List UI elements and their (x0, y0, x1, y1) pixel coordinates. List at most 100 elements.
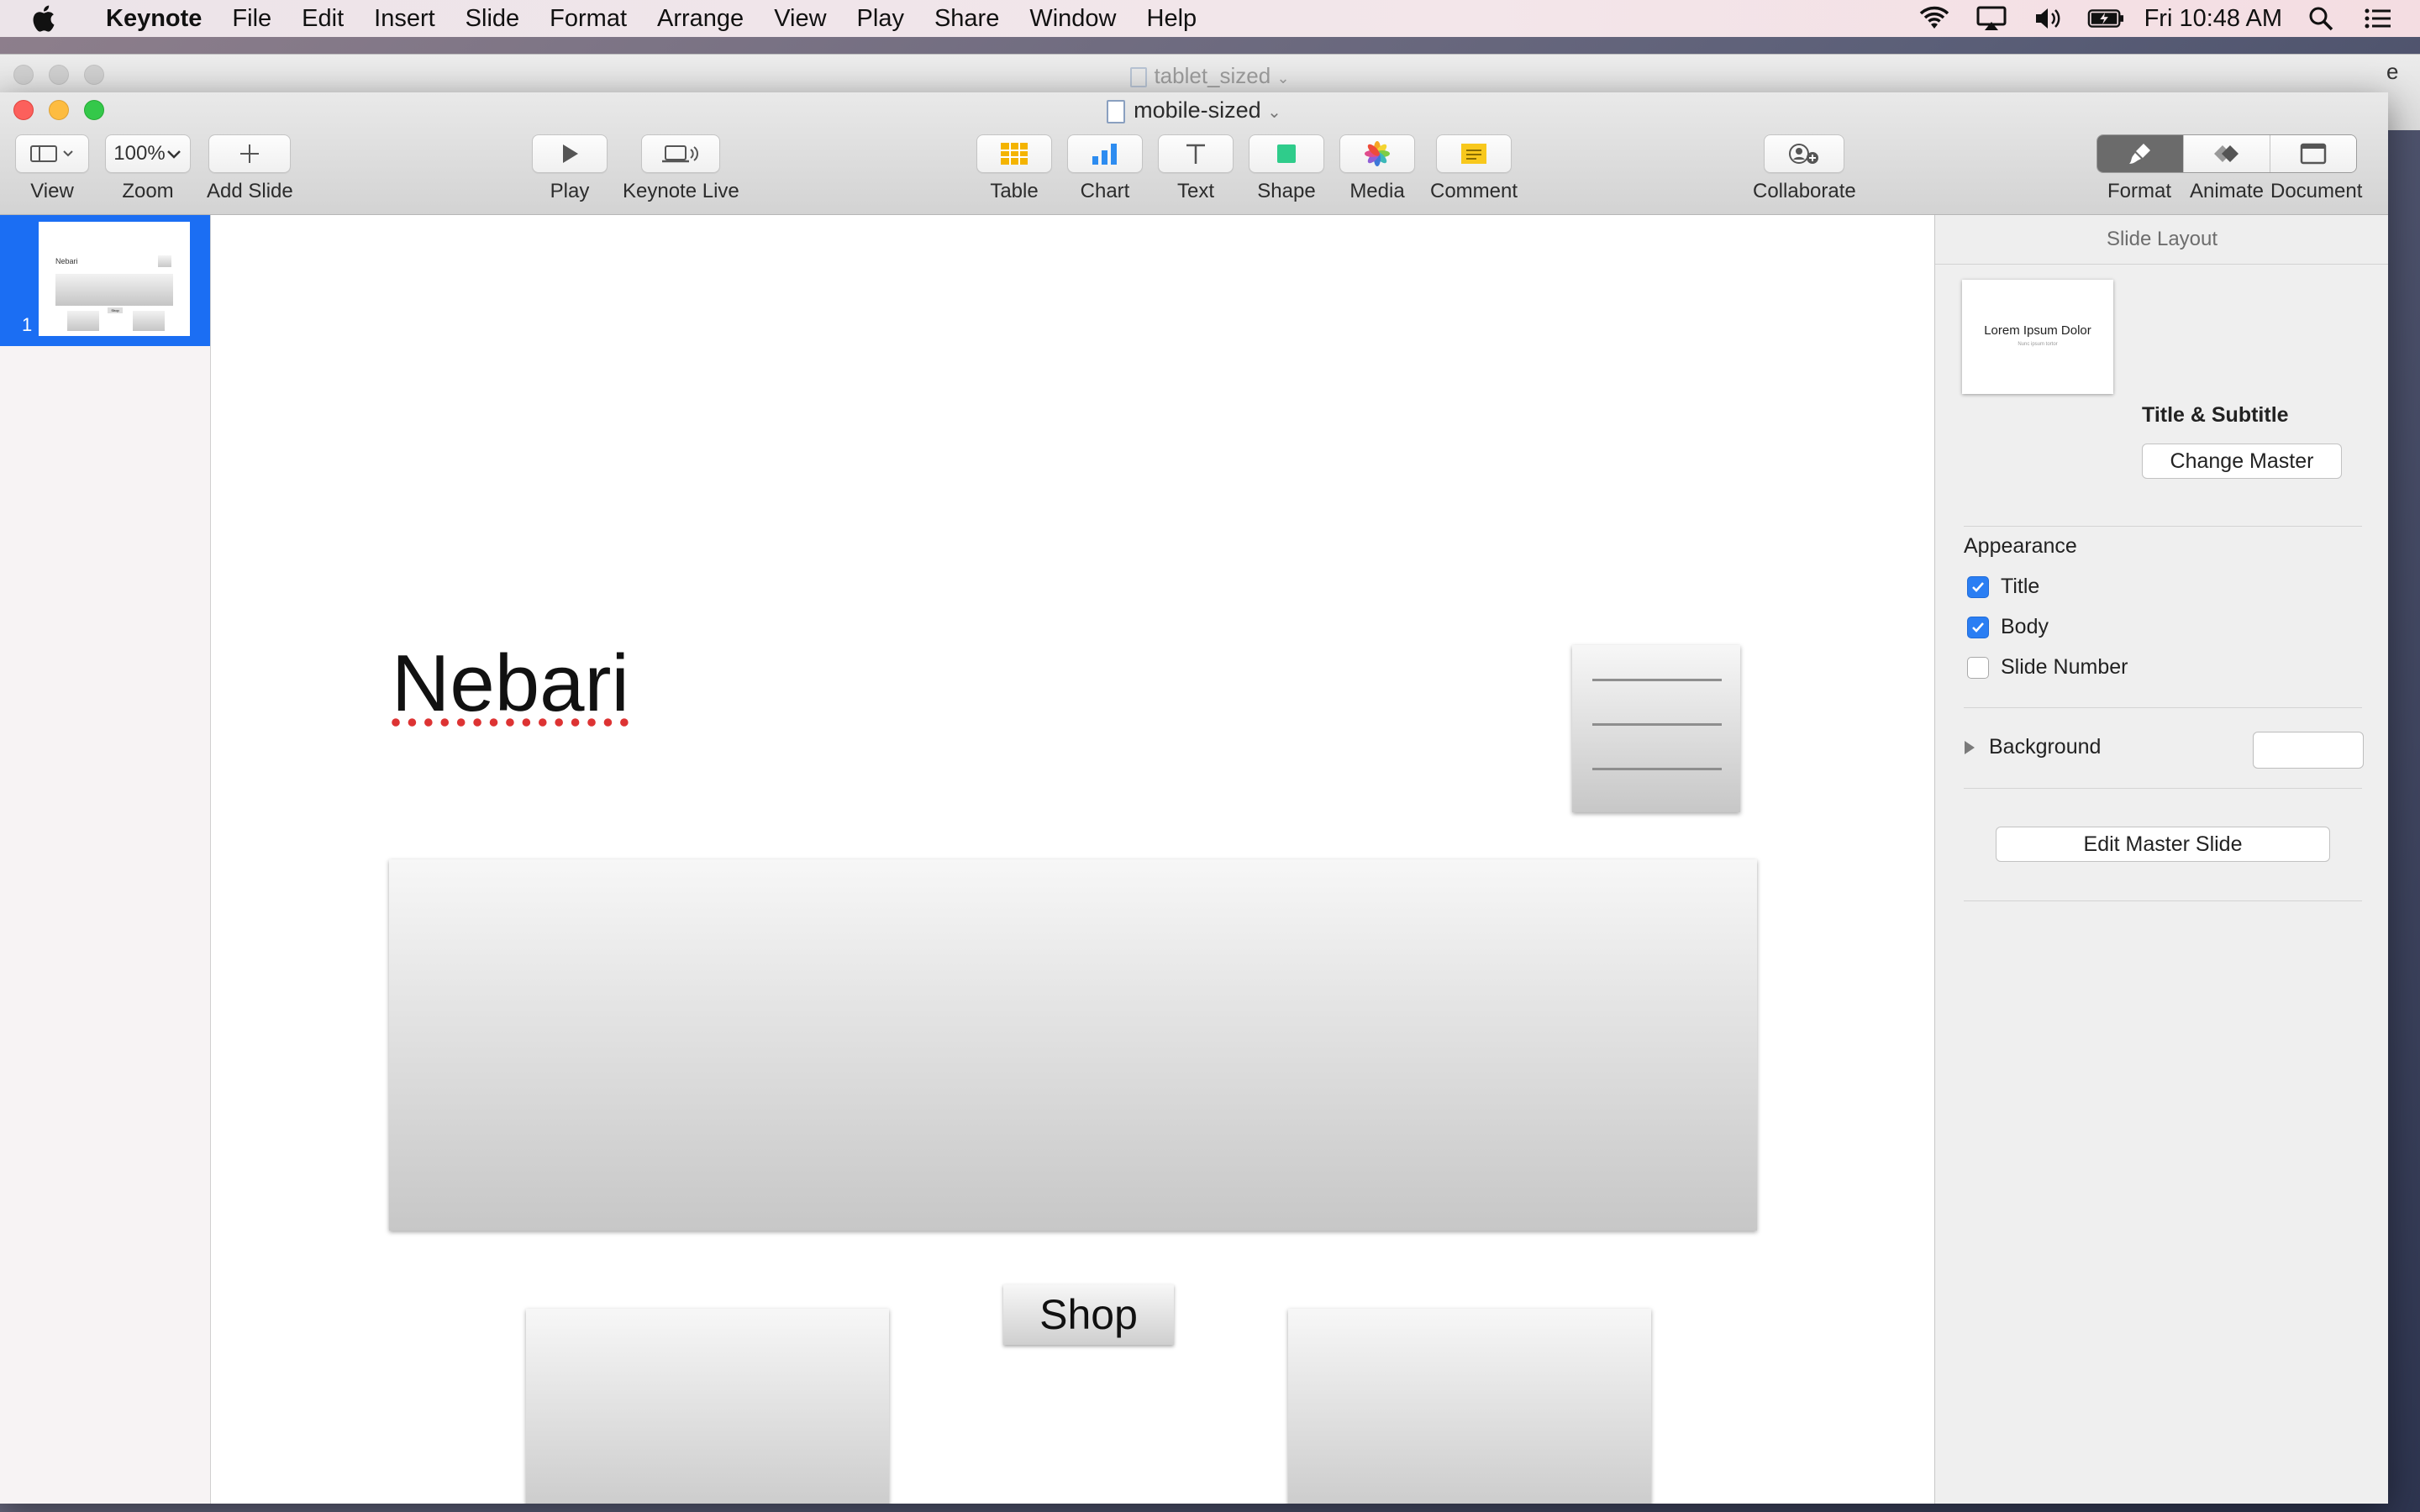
chart-control: Chart (1067, 134, 1143, 203)
volume-icon[interactable] (2030, 4, 2067, 33)
thumbnail-hero-box (55, 274, 173, 306)
play-icon (563, 144, 578, 163)
menu-view[interactable]: View (759, 5, 841, 33)
text-control: Text (1158, 134, 1234, 203)
chart-icon (1092, 144, 1117, 165)
title-checkbox-row[interactable]: Title (1967, 575, 2039, 599)
title-checkbox[interactable] (1967, 575, 1989, 598)
view-label: View (30, 180, 74, 202)
comment-button[interactable] (1436, 134, 1512, 173)
notification-center-icon[interactable] (2360, 4, 2396, 33)
body-checkbox[interactable] (1967, 616, 1989, 638)
keynote-live-button[interactable] (641, 134, 721, 173)
document-title[interactable]: mobile-sized ⌄ (0, 97, 2388, 123)
master-name: Title & Subtitle (2142, 403, 2289, 427)
slide-number-checkbox[interactable] (1967, 656, 1989, 679)
offscreen-window-edge-text: e (2386, 59, 2399, 84)
battery-icon[interactable] (2087, 4, 2124, 33)
master-thumbnail-subtitle: Nunc ipsum tortor (2018, 342, 2058, 347)
format-tab[interactable] (2097, 135, 2183, 172)
animate-diamond-icon (2214, 145, 2238, 162)
slide-canvas[interactable]: Nebari Shop (211, 215, 1933, 1504)
slide-title-text[interactable]: Nebari (392, 643, 629, 724)
menu-play[interactable]: Play (842, 5, 919, 33)
thumbnail-shop-button: Shop (108, 307, 123, 313)
zoom-label: Zoom (122, 180, 174, 202)
slide-number-checkbox-label: Slide Number (2001, 655, 2128, 679)
thumbnail-title: Nebari (55, 257, 78, 265)
menu-share[interactable]: Share (919, 5, 1014, 33)
apple-menu-icon[interactable] (30, 4, 67, 33)
chart-button[interactable] (1067, 134, 1143, 173)
thumbnail-right-box (133, 311, 165, 331)
media-photos-icon (1365, 141, 1390, 166)
master-thumbnail[interactable]: Lorem Ipsum Dolor Nunc ipsum tortor (1962, 280, 2113, 394)
menu-line (1592, 679, 1722, 681)
view-control: View (15, 134, 89, 203)
menu-file[interactable]: File (217, 5, 287, 33)
text-button[interactable] (1158, 134, 1234, 173)
divider (1964, 900, 2362, 901)
airplay-icon[interactable] (1973, 4, 2010, 33)
menu-arrange[interactable]: Arrange (642, 5, 759, 33)
right-product-placeholder[interactable] (1288, 1309, 1651, 1504)
table-button[interactable] (976, 134, 1052, 173)
play-control: Play (532, 134, 608, 203)
menu-format[interactable]: Format (534, 5, 642, 33)
slide-thumbnail[interactable]: Nebari Shop (39, 222, 190, 336)
slide-thumbnail-row-selected[interactable]: 1 Nebari Shop (0, 215, 210, 346)
media-control: Media (1339, 134, 1415, 203)
view-button[interactable] (15, 134, 89, 173)
document-tab[interactable] (2270, 135, 2356, 172)
title-checkbox-label: Title (2001, 575, 2040, 598)
table-icon (1001, 143, 1028, 165)
document-icon (1130, 67, 1148, 88)
collaborate-person-icon (1789, 144, 1819, 164)
shape-button[interactable] (1249, 134, 1324, 173)
keynote-live-label: Keynote Live (623, 180, 739, 202)
change-master-button[interactable]: Change Master (2142, 444, 2342, 479)
keynote-window: mobile-sized ⌄ View 100% Zoom Add Slide (0, 92, 2388, 1504)
inspector-switcher-labels: Format Animate Document (2096, 180, 2363, 203)
chevron-down-icon: ⌄ (1276, 70, 1290, 87)
slide-number-checkbox-row[interactable]: Slide Number (1967, 655, 2128, 680)
wifi-icon[interactable] (1916, 4, 1953, 33)
toolbar: mobile-sized ⌄ View 100% Zoom Add Slide (0, 92, 2388, 215)
menu-window[interactable]: Window (1014, 5, 1131, 33)
divider (1964, 788, 2362, 789)
left-product-placeholder[interactable] (526, 1309, 889, 1504)
menu-edit[interactable]: Edit (287, 5, 359, 33)
add-slide-button[interactable] (208, 134, 292, 173)
body-checkbox-row[interactable]: Body (1967, 615, 2049, 639)
shape-control: Shape (1249, 134, 1324, 203)
collaborate-button[interactable] (1764, 134, 1845, 173)
background-color-well[interactable] (2253, 732, 2364, 769)
edit-master-slide-button[interactable]: Edit Master Slide (1996, 827, 2330, 862)
format-paintbrush-icon (2129, 144, 2150, 164)
keynote-live-control: Keynote Live (623, 134, 739, 203)
hamburger-menu-shape[interactable] (1572, 645, 1740, 812)
menu-slide[interactable]: Slide (450, 5, 535, 33)
menu-help[interactable]: Help (1132, 5, 1213, 33)
background-window-title-text: tablet_sized (1154, 63, 1271, 88)
play-button[interactable] (532, 134, 608, 173)
menu-insert[interactable]: Insert (359, 5, 450, 33)
shop-button-shape[interactable]: Shop (1003, 1284, 1174, 1345)
background-window-title: tablet_sized ⌄ (0, 63, 2420, 89)
menubar-clock[interactable]: Fri 10:48 AM (2144, 5, 2282, 33)
spotlight-search-icon[interactable] (2302, 4, 2339, 33)
menu-app-keynote[interactable]: Keynote (91, 5, 217, 33)
zoom-control: 100% Zoom (105, 134, 191, 203)
checkmark-icon (1972, 581, 1984, 592)
animate-tab[interactable] (2183, 135, 2270, 172)
background-disclosure[interactable]: Background (1962, 735, 2101, 759)
shape-label: Shape (1257, 180, 1316, 202)
checkmark-icon (1972, 622, 1984, 633)
zoom-popup[interactable]: 100% (105, 134, 191, 173)
menu-line (1592, 723, 1722, 726)
slide-number: 1 (22, 314, 33, 335)
media-button[interactable] (1339, 134, 1415, 173)
document-label: Document (2270, 180, 2363, 202)
hero-image-placeholder[interactable] (389, 859, 1757, 1231)
keynote-live-icon (662, 145, 699, 163)
